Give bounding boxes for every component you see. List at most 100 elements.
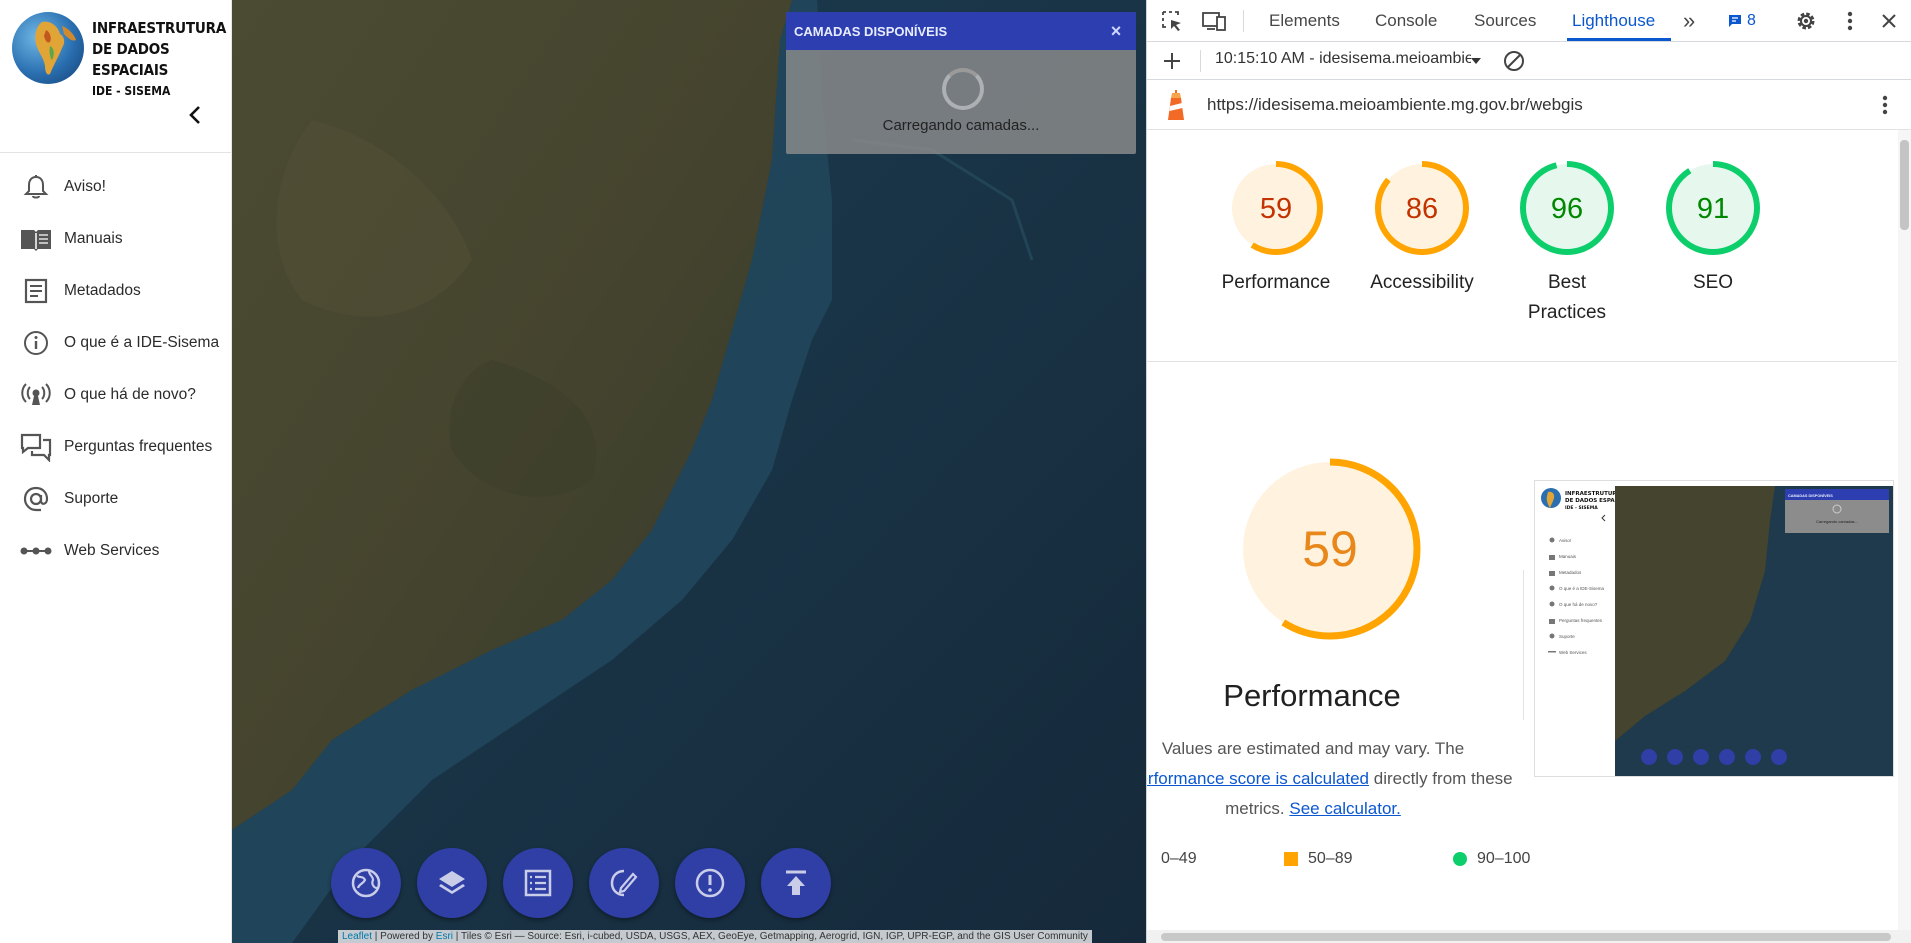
score-label-line: Best (1547, 272, 1587, 293)
legend-average: 50–89 (1284, 850, 1353, 868)
tab-console[interactable]: Console (1375, 0, 1437, 41)
menu-item-o-que-e[interactable]: O que é a IDE-Sisema (0, 317, 231, 369)
notice-button[interactable] (675, 848, 745, 918)
menu-item-faq[interactable]: Perguntas frequentes (0, 421, 231, 473)
legend-range: 0–49 (1161, 850, 1197, 867)
devtools-tabbar: Elements Console Sources Lighthouse » 8 (1147, 0, 1911, 42)
map-view[interactable]: CAMADAS DISPONÍVEIS × Carregando camadas… (232, 0, 1146, 943)
menu-item-label: Metadados (64, 282, 141, 299)
clear-reports-button[interactable] (1501, 48, 1527, 74)
score-gauge: 96 (1520, 161, 1614, 255)
draw-button[interactable] (589, 848, 659, 918)
leaflet-link[interactable]: Leaflet (342, 931, 372, 942)
vertical-scrollbar[interactable] (1898, 130, 1911, 930)
legend-fail: 0–49 (1161, 850, 1197, 868)
more-tabs-button[interactable]: » (1683, 0, 1695, 41)
tab-sources[interactable]: Sources (1474, 0, 1536, 41)
map-toolbar (331, 848, 831, 918)
kebab-menu-icon (1847, 11, 1853, 31)
tab-elements[interactable]: Elements (1269, 0, 1340, 41)
upload-button[interactable] (761, 848, 831, 918)
legend-pass: 90–100 (1453, 850, 1530, 868)
score-label-line: Practices (1527, 302, 1607, 323)
more-options-button[interactable] (1837, 8, 1863, 34)
menu-item-metadados[interactable]: Metadados (0, 265, 231, 317)
thumb-logo-line: INFRAESTRUTURA (1565, 491, 1622, 497)
report-dropdown-button[interactable] (1463, 48, 1489, 74)
divider (1147, 361, 1897, 362)
separator (1243, 10, 1244, 32)
menu-item-label: O que é a IDE-Sisema (64, 334, 220, 351)
score-value: 59 (1302, 521, 1358, 577)
menu-item-label: Manuais (64, 230, 123, 247)
close-icon (1882, 14, 1896, 28)
score-label: Performance (1221, 272, 1331, 293)
block-icon (1504, 51, 1524, 71)
lighthouse-toolbar: 10:15:10 AM - idesisema.meioambiente.mg.… (1147, 42, 1911, 80)
report-url: https://idesisema.meioambiente.mg.gov.br… (1207, 95, 1583, 114)
report-menu-button[interactable] (1872, 92, 1898, 118)
thumb-menu-item: Perguntas frequentes (1559, 618, 1603, 623)
basemap-button[interactable] (331, 848, 401, 918)
final-screenshot-thumbnail[interactable]: INFRAESTRUTURA DE DADOS ESPACIAIS IDE - … (1534, 480, 1894, 777)
attribution-sources: | Tiles © Esri — Source: Esri, i-cubed, … (453, 931, 1088, 942)
settings-button[interactable] (1793, 8, 1819, 34)
menu-item-suporte[interactable]: Suporte (0, 473, 231, 525)
globe-icon (351, 868, 381, 898)
select-element-icon (1162, 11, 1181, 31)
menu-item-novidades[interactable]: O que há de novo? (0, 369, 231, 421)
gauge-best-practices[interactable]: 96 Best Practices (1494, 158, 1640, 328)
performance-gauge-large: 59 (1237, 456, 1423, 647)
layers-panel: CAMADAS DISPONÍVEIS × Carregando camadas… (786, 12, 1136, 154)
legend-button[interactable] (503, 848, 573, 918)
vertical-scrollbar-thumb[interactable] (1900, 140, 1909, 230)
layers-panel-title: CAMADAS DISPONÍVEIS (794, 23, 948, 39)
collapse-sidebar-button[interactable] (180, 100, 210, 130)
inspect-element-button[interactable] (1159, 8, 1185, 34)
gauge-performance[interactable]: 59 Performance (1203, 158, 1349, 298)
thumb-panel-loading: Carregando camadas... (1816, 519, 1858, 524)
score-legend: 0–49 50–89 90–100 (1161, 850, 1541, 874)
menu-item-aviso[interactable]: Aviso! (0, 161, 231, 213)
edit-icon (610, 869, 638, 897)
book-icon (18, 224, 54, 254)
score-value: 59 (1260, 193, 1292, 225)
menu-item-web-services[interactable]: Web Services (0, 525, 231, 577)
pass-circle-icon (1453, 852, 1467, 866)
gauge-accessibility[interactable]: 86 Accessibility (1349, 158, 1495, 298)
at-icon (18, 484, 54, 514)
tab-lighthouse[interactable]: Lighthouse (1572, 0, 1655, 41)
esri-link[interactable]: Esri (436, 931, 453, 942)
menu-item-manuais[interactable]: Manuais (0, 213, 231, 265)
average-square-icon (1284, 852, 1298, 866)
device-toolbar-button[interactable] (1201, 8, 1227, 34)
upload-icon (786, 870, 806, 895)
description-text: directly from these (1369, 769, 1513, 788)
layers-panel-header: CAMADAS DISPONÍVEIS × (786, 12, 1136, 50)
score-value: 96 (1551, 193, 1583, 225)
layers-loading-text: Carregando camadas... (882, 117, 1040, 134)
horizontal-scrollbar-thumb[interactable] (1161, 933, 1891, 941)
device-mode-icon (1202, 12, 1226, 31)
report-selector[interactable]: 10:15:10 AM - idesisema.meioambiente.mg.… (1215, 50, 1471, 68)
sidebar-menu: Aviso! Manuais Metadados O que é a IDE-S… (0, 161, 231, 577)
globe-logo-icon (12, 12, 84, 84)
score-calculated-link[interactable]: performance score is calculated (1147, 769, 1369, 788)
issues-counter[interactable]: 8 (1727, 10, 1756, 32)
menu-item-label: Perguntas frequentes (64, 438, 213, 455)
score-value: 86 (1406, 193, 1438, 225)
close-devtools-button[interactable] (1876, 8, 1902, 34)
logo[interactable]: INFRAESTRUTURA DE DADOS ESPACIAIS IDE - … (12, 10, 226, 98)
close-icon[interactable]: × (1106, 21, 1126, 41)
layers-button[interactable] (417, 848, 487, 918)
thumbnail-image: INFRAESTRUTURA DE DADOS ESPACIAIS IDE - … (1535, 481, 1893, 776)
message-icon (1729, 15, 1741, 27)
list-icon (524, 869, 552, 897)
score-gauge: 86 (1375, 161, 1469, 255)
see-calculator-link[interactable]: See calculator. (1289, 799, 1401, 818)
new-report-button[interactable] (1159, 48, 1185, 74)
thumb-menu-item: O que há de novo? (1559, 602, 1598, 607)
gauge-seo[interactable]: 91 SEO (1640, 158, 1786, 298)
thumb-menu-item: Metadados (1559, 570, 1582, 575)
active-tab-indicator (1567, 38, 1671, 41)
